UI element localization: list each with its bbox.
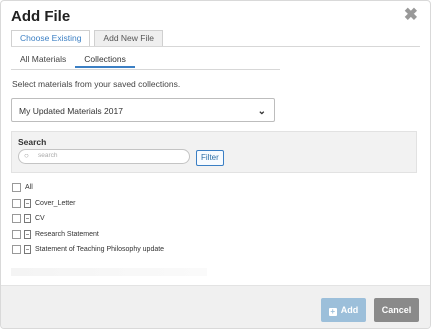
item-checkbox[interactable] <box>12 198 21 208</box>
select-all-checkbox[interactable] <box>12 183 21 192</box>
list-item-label: Cover_Letter <box>35 199 76 207</box>
tab-choose-existing[interactable]: Choose Existing <box>11 30 91 47</box>
item-checkbox[interactable] <box>12 229 21 239</box>
search-icon: ○ <box>24 151 29 160</box>
item-checkbox[interactable] <box>12 245 21 254</box>
plus-icon: + <box>328 307 337 316</box>
list-item-label: Statement of Teaching Philosophy update <box>35 246 165 253</box>
list-item-label: All <box>25 184 33 191</box>
document-icon <box>24 245 31 254</box>
collection-select-value: My Updated Materials 2017 <box>19 106 123 116</box>
add-button-label: Add <box>340 305 359 315</box>
filter-button[interactable]: Filter <box>196 150 224 166</box>
tab-add-new-file[interactable]: Add New File <box>94 30 163 47</box>
chevron-down-icon: ⌄ <box>257 106 266 117</box>
document-icon <box>24 229 31 239</box>
list-fade-divider <box>11 268 207 276</box>
close-icon[interactable]: ✖ <box>404 5 418 25</box>
search-placeholder: search <box>38 152 58 159</box>
materials-subtabs: All Materials Collections <box>11 54 135 68</box>
collection-select[interactable]: My Updated Materials 2017 ⌄ <box>11 98 275 122</box>
tab-collections[interactable]: Collections <box>75 54 135 68</box>
add-button[interactable]: + Add <box>321 298 366 322</box>
cancel-button[interactable]: Cancel <box>374 298 419 322</box>
dialog-title: Add File <box>11 8 71 25</box>
document-icon <box>24 214 31 223</box>
list-item-label: CV <box>35 215 45 222</box>
subtabs-divider <box>11 69 280 70</box>
document-icon <box>24 198 31 208</box>
file-source-tabs: Choose Existing Add New File <box>11 30 163 47</box>
item-checkbox[interactable] <box>12 214 21 223</box>
add-file-dialog: Add File ✖ Choose Existing Add New File … <box>0 0 431 329</box>
search-panel: Search ○ search Filter <box>11 131 417 173</box>
dialog-footer: + Add Cancel <box>1 285 430 328</box>
tab-all-materials[interactable]: All Materials <box>11 54 75 68</box>
list-item-label: Research Statement <box>35 230 99 238</box>
instruction-text: Select materials from your saved collect… <box>12 79 181 89</box>
search-input[interactable]: ○ search <box>18 149 190 164</box>
tabs-divider <box>11 46 420 47</box>
search-label: Search <box>18 137 47 147</box>
